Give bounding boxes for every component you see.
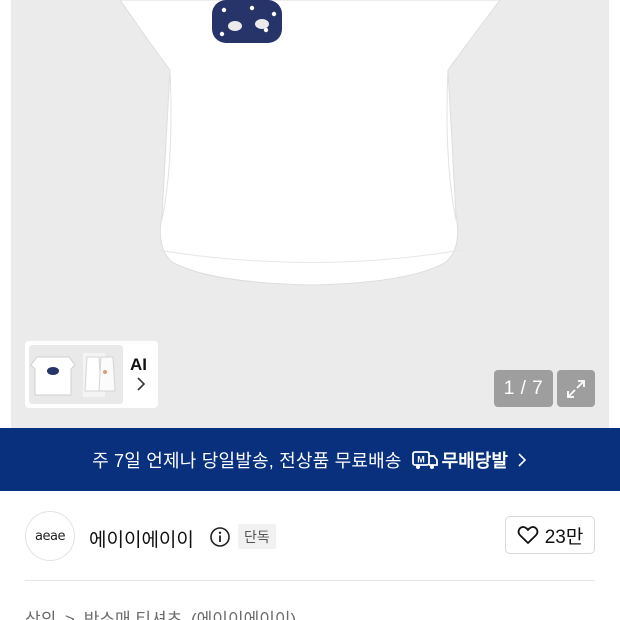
divider [25, 580, 595, 581]
like-count: 23만 [544, 526, 584, 548]
info-icon[interactable] [209, 526, 231, 548]
breadcrumb-item-subcategory[interactable]: 반소매 티셔츠 [84, 610, 183, 620]
promo-badge-text: 무배당발 [441, 450, 508, 471]
product-gallery[interactable]: AI 1 / 7 [0, 0, 620, 428]
exclusive-badge: 단독 [238, 524, 276, 549]
chevron-right-icon [516, 452, 528, 467]
breadcrumb-item-category[interactable]: 상의 [25, 610, 56, 620]
shipping-promo-banner[interactable]: 주 7일 언제나 당일발송, 전상품 무료배송 M 무배당발 [0, 428, 620, 491]
expand-button[interactable] [557, 370, 595, 407]
breadcrumb: 상의 > 반소매 티셔츠 (에이이에이이) [25, 605, 300, 620]
expand-icon [567, 379, 585, 398]
brand-row: aeae 에이이에이이 단독 23만 [0, 491, 620, 581]
svg-text:M: M [417, 454, 425, 464]
brand-name[interactable]: 에이이에이이 [89, 525, 194, 552]
breadcrumb-item-brand[interactable]: (에이이에이이) [191, 610, 296, 620]
ai-label[interactable]: AI [130, 355, 147, 375]
page-counter: 1 / 7 [494, 370, 553, 407]
print-graphic [212, 0, 282, 43]
like-button[interactable]: 23만 [505, 516, 595, 554]
breadcrumb-separator: > [65, 610, 75, 620]
chevron-right-icon [137, 377, 146, 391]
heart-icon [517, 526, 539, 544]
m-truck-icon: M [411, 450, 438, 469]
brand-logo[interactable]: aeae [25, 511, 75, 561]
promo-badge: M 무배당발 [411, 447, 508, 473]
ai-thumbnail [29, 345, 123, 404]
promo-text: 주 7일 언제나 당일발송, 전상품 무료배송 [92, 450, 402, 471]
